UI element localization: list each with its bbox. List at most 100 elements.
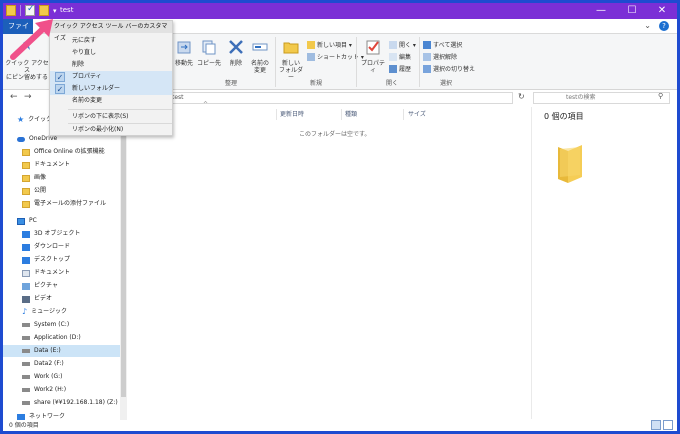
video-icon <box>22 295 30 303</box>
nav-item-folder[interactable]: ドキュメント <box>22 159 70 171</box>
nav-item-folder[interactable]: Office Online の拡張機能 <box>22 146 105 158</box>
scrollbar-thumb[interactable] <box>121 117 126 397</box>
new-item-icon <box>307 40 315 49</box>
cloud-icon <box>17 136 25 142</box>
menu-item-show-below-ribbon[interactable]: リボンの下に表示(S) <box>50 111 172 123</box>
select-none-button[interactable]: 選択解除 <box>423 52 457 61</box>
nav-item-folder[interactable]: 画像 <box>22 172 46 184</box>
nav-item-pc[interactable]: PC <box>17 215 37 227</box>
title-bar: ▾ test — ☐ ✕ <box>3 3 677 19</box>
refresh-icon[interactable]: ↻ <box>518 92 525 101</box>
select-none-icon <box>423 52 431 61</box>
nav-item-desktop[interactable]: デスクトップ <box>22 254 70 266</box>
menu-item-properties[interactable]: ✓ プロパティ <box>50 71 172 83</box>
nav-item-drive[interactable]: Work (G:) <box>22 371 62 383</box>
nav-item-drive[interactable]: Work2 (H:) <box>22 384 66 396</box>
chevron-down-icon[interactable]: ⌄ <box>644 21 651 31</box>
menu-item-undo[interactable]: 元に戻す <box>50 35 172 47</box>
shortcut-icon <box>307 52 315 61</box>
nav-item-documents[interactable]: ドキュメント <box>22 267 70 279</box>
new-folder-button[interactable]: 新しい フォルダー <box>278 38 304 81</box>
delete-icon <box>229 40 243 54</box>
nav-item-drive[interactable]: Data2 (F:) <box>22 358 64 370</box>
help-icon[interactable]: ? <box>659 21 669 31</box>
minimize-button[interactable]: — <box>586 3 616 19</box>
folder-icon <box>22 200 30 208</box>
drive-icon <box>22 388 30 392</box>
invert-selection-button[interactable]: 選択の切り替え <box>423 64 475 73</box>
menu-item-rename[interactable]: 名前の変更 <box>50 95 172 107</box>
move-to-button[interactable]: 移動先 <box>173 38 195 67</box>
sort-chevron-icon: ^ <box>203 101 209 108</box>
computer-icon <box>17 217 25 225</box>
details-view-icon[interactable] <box>651 420 661 430</box>
nav-item-network-drive[interactable]: share (¥¥192.168.1.18) (Z:) <box>22 397 118 409</box>
empty-folder-message: このフォルダーは空です。 <box>299 131 371 138</box>
large-icons-view-icon[interactable] <box>663 420 673 430</box>
drive-icon <box>22 362 30 366</box>
picture-icon <box>22 282 30 290</box>
address-input[interactable]: test <box>168 92 513 104</box>
move-to-icon <box>177 41 191 54</box>
history-button[interactable]: 履歴 <box>389 64 411 73</box>
music-icon: ♪ <box>22 307 28 316</box>
copy-to-button[interactable]: コピー先 <box>197 38 221 67</box>
folder-icon <box>558 145 582 183</box>
column-header-modified[interactable]: 更新日時 <box>280 109 304 120</box>
menu-separator <box>68 109 172 110</box>
invert-selection-icon <box>423 64 431 73</box>
delete-button[interactable]: 削除 <box>226 38 246 67</box>
nav-item-music[interactable]: ♪ ミュージック <box>22 306 67 318</box>
checkmark-icon: ✓ <box>55 84 65 94</box>
folder-icon <box>22 161 30 169</box>
download-icon <box>22 243 30 251</box>
properties-button[interactable]: プロパティ <box>359 38 387 74</box>
nav-item-folder[interactable]: 公開 <box>22 185 46 197</box>
close-button[interactable]: ✕ <box>647 3 677 19</box>
new-item-button[interactable]: 新しい項目 ▾ <box>307 40 352 49</box>
window-title: test <box>60 6 74 14</box>
nav-item-pictures[interactable]: ピクチャ <box>22 280 58 292</box>
nav-item-quick-access[interactable]: ★ クイック <box>17 114 52 126</box>
search-input[interactable]: testの検索 <box>533 92 670 104</box>
checkmark-icon: ✓ <box>55 72 65 82</box>
maximize-button[interactable]: ☐ <box>617 3 647 19</box>
new-folder-icon[interactable] <box>39 5 49 16</box>
star-icon: ★ <box>17 115 25 124</box>
ribbon-separator <box>275 37 276 87</box>
column-header-type[interactable]: 種類 <box>345 109 357 120</box>
menu-item-new-folder[interactable]: ✓ 新しいフォルダー <box>50 83 172 95</box>
annotation-arrow-icon <box>10 19 53 60</box>
qat-customize-menu: クイック アクセス ツール バーのカスタマイズ 元に戻す やり直し 削除 ✓ プ… <box>49 20 173 136</box>
qat-dropdown-icon[interactable]: ▾ <box>53 7 57 15</box>
document-icon <box>22 269 30 277</box>
nav-item-folder[interactable]: 電子メールの添付ファイル <box>22 198 106 210</box>
menu-header: クイック アクセス ツール バーのカスタマイズ <box>50 21 172 42</box>
column-header-size[interactable]: サイズ <box>408 109 426 120</box>
edit-button[interactable]: 編集 <box>389 52 411 61</box>
nav-scrollbar[interactable] <box>120 109 127 421</box>
folder-icon <box>22 174 30 182</box>
select-all-button[interactable]: すべて選択 <box>423 40 462 49</box>
properties-icon[interactable] <box>25 4 35 16</box>
menu-item-delete[interactable]: 削除 <box>50 59 172 71</box>
group-label-open: 開く <box>385 80 398 87</box>
status-bar: 0 個の項目 <box>3 420 677 431</box>
ribbon-separator <box>356 37 357 87</box>
nav-item-drive[interactable]: System (C:) <box>22 319 69 331</box>
rename-button[interactable]: 名前の 変更 <box>249 38 271 74</box>
back-arrow-icon[interactable]: ← <box>10 92 18 102</box>
open-icon <box>389 40 397 49</box>
nav-item-drive-selected[interactable]: Data (E:) <box>3 345 120 357</box>
nav-item-downloads[interactable]: ダウンロード <box>22 241 70 253</box>
nav-item-drive[interactable]: Application (D:) <box>22 332 81 344</box>
nav-item-3d-objects[interactable]: 3D オブジェクト <box>22 228 80 240</box>
nav-item-videos[interactable]: ビデオ <box>22 293 52 305</box>
folder-icon <box>22 187 30 195</box>
forward-arrow-icon[interactable]: → <box>24 92 32 102</box>
open-button[interactable]: 開く ▾ <box>389 40 416 49</box>
select-all-icon <box>423 40 431 49</box>
menu-item-minimize-ribbon[interactable]: リボンの最小化(N) <box>50 124 172 136</box>
menu-item-redo[interactable]: やり直し <box>50 47 172 59</box>
pane-splitter[interactable] <box>531 107 532 419</box>
